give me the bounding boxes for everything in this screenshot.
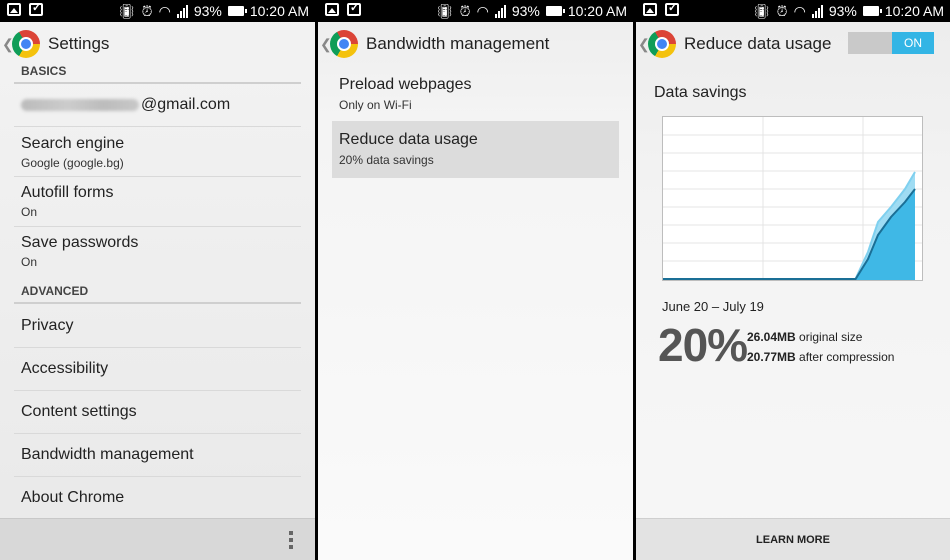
item-subtitle: On bbox=[21, 205, 38, 219]
vibrate-icon: 📳︎ bbox=[752, 3, 771, 19]
status-bar: 📳︎ ⏰︎ ◠ 93% 10:20 AM bbox=[318, 0, 633, 22]
page-title: Bandwidth management bbox=[366, 34, 550, 53]
bandwidth-management-screen: 📳︎ ⏰︎ ◠ 93% 10:20 AM ❮ Bandwidth managem… bbox=[318, 0, 633, 560]
settings-item-about-chrome[interactable]: About Chrome bbox=[14, 477, 301, 518]
item-subtitle: On bbox=[21, 255, 38, 269]
battery-icon bbox=[227, 6, 247, 16]
page-title: Reduce data usage bbox=[684, 34, 832, 53]
redacted-email bbox=[21, 98, 139, 111]
settings-item-privacy[interactable]: Privacy bbox=[14, 305, 301, 348]
vibrate-icon: 📳︎ bbox=[435, 3, 454, 19]
settings-item-search-engine[interactable]: Search engine Google (google.bg) bbox=[14, 127, 301, 177]
chrome-logo-icon[interactable] bbox=[12, 30, 40, 58]
alarm-icon: ⏰︎ bbox=[776, 3, 788, 19]
page-title: Settings bbox=[48, 34, 110, 53]
back-chevron-icon[interactable]: ❮ bbox=[320, 36, 332, 53]
item-title: Reduce data usage bbox=[339, 131, 478, 148]
toggle-on-label: ON bbox=[892, 32, 934, 54]
settings-screen: 📳︎ ⏰︎ ◠ 93% 10:20 AM ❮ Settings BASICS @… bbox=[0, 0, 315, 560]
chrome-logo-icon[interactable] bbox=[648, 30, 676, 58]
settings-item-autofill-forms[interactable]: Autofill forms On bbox=[14, 177, 301, 227]
account-row[interactable]: @gmail.com bbox=[14, 88, 301, 127]
settings-item-save-passwords[interactable]: Save passwords On bbox=[14, 227, 301, 277]
gallery-notification-icon bbox=[7, 3, 21, 16]
gallery-notification-icon bbox=[643, 3, 657, 16]
reduce-data-usage-screen: 📳︎ ⏰︎ ◠ 93% 10:20 AM ❮ Reduce data usage… bbox=[636, 0, 950, 560]
app-bar: ❮ Bandwidth management bbox=[318, 22, 633, 66]
clock: 10:20 AM bbox=[249, 3, 309, 19]
preload-webpages-item[interactable]: Preload webpages Only on Wi-Fi bbox=[332, 66, 619, 120]
data-saver-toggle[interactable]: ON bbox=[848, 32, 934, 54]
battery-percent: 93% bbox=[828, 3, 857, 19]
data-savings-chart bbox=[662, 116, 923, 281]
status-bar: 📳︎ ⏰︎ ◠ 93% 10:20 AM bbox=[0, 0, 315, 22]
learn-more-button[interactable]: LEARN MORE bbox=[636, 518, 950, 560]
signal-icon bbox=[494, 4, 506, 18]
settings-item-bandwidth-management[interactable]: Bandwidth management bbox=[14, 434, 301, 477]
alarm-icon: ⏰︎ bbox=[459, 3, 471, 19]
data-savings-graph bbox=[663, 117, 922, 281]
task-notification-icon bbox=[347, 1, 361, 16]
reduce-data-usage-item[interactable]: Reduce data usage 20% data savings bbox=[332, 121, 619, 178]
section-header-advanced: ADVANCED bbox=[14, 284, 301, 304]
vibrate-icon: 📳︎ bbox=[117, 3, 136, 19]
wifi-icon: ◠ bbox=[476, 3, 489, 19]
clock: 10:20 AM bbox=[567, 3, 627, 19]
item-title: Accessibility bbox=[21, 360, 109, 377]
original-size-stat: 26.04MB original size bbox=[747, 330, 862, 344]
wifi-icon: ◠ bbox=[793, 3, 806, 19]
status-bar: 📳︎ ⏰︎ ◠ 93% 10:20 AM bbox=[636, 0, 950, 22]
section-header-basics: BASICS bbox=[14, 64, 301, 84]
compressed-size-stat: 20.77MB after compression bbox=[747, 350, 894, 364]
settings-item-content-settings[interactable]: Content settings bbox=[14, 391, 301, 434]
battery-icon bbox=[862, 6, 882, 16]
overflow-menu-icon[interactable] bbox=[289, 531, 293, 549]
signal-icon bbox=[176, 4, 188, 18]
bottom-bar bbox=[0, 518, 315, 560]
app-bar: ❮ Reduce data usage ON bbox=[636, 22, 950, 66]
item-title: About Chrome bbox=[21, 489, 125, 506]
item-title: Save passwords bbox=[21, 234, 139, 251]
signal-icon bbox=[811, 4, 823, 18]
data-savings-title: Data savings bbox=[654, 84, 747, 101]
account-email-suffix: @gmail.com bbox=[141, 96, 231, 113]
battery-icon bbox=[545, 6, 565, 16]
gallery-notification-icon bbox=[325, 3, 339, 16]
wifi-icon: ◠ bbox=[158, 3, 171, 19]
alarm-icon: ⏰︎ bbox=[141, 3, 153, 19]
clock: 10:20 AM bbox=[884, 3, 944, 19]
settings-item-accessibility[interactable]: Accessibility bbox=[14, 348, 301, 391]
original-size-label: original size bbox=[799, 330, 863, 344]
battery-percent: 93% bbox=[511, 3, 540, 19]
item-subtitle: 20% data savings bbox=[339, 153, 434, 167]
chrome-logo-icon[interactable] bbox=[330, 30, 358, 58]
task-notification-icon bbox=[29, 1, 43, 16]
item-title: Privacy bbox=[21, 317, 74, 334]
item-title: Autofill forms bbox=[21, 184, 114, 201]
app-bar: ❮ Settings bbox=[0, 22, 315, 66]
item-subtitle: Google (google.bg) bbox=[21, 156, 124, 170]
item-title: Preload webpages bbox=[339, 76, 472, 93]
item-title: Search engine bbox=[21, 135, 125, 152]
compressed-size-label: after compression bbox=[799, 350, 895, 364]
compressed-size-value: 20.77MB bbox=[747, 350, 796, 364]
task-notification-icon bbox=[665, 1, 679, 16]
item-subtitle: Only on Wi-Fi bbox=[339, 98, 412, 112]
back-chevron-icon[interactable]: ❮ bbox=[2, 36, 14, 53]
item-title: Bandwidth management bbox=[21, 446, 194, 463]
battery-percent: 93% bbox=[193, 3, 222, 19]
back-chevron-icon[interactable]: ❮ bbox=[638, 36, 650, 53]
item-title: Content settings bbox=[21, 403, 137, 420]
period-label: June 20 – July 19 bbox=[662, 299, 764, 314]
original-size-value: 26.04MB bbox=[747, 330, 796, 344]
savings-percent: 20% bbox=[658, 319, 748, 371]
